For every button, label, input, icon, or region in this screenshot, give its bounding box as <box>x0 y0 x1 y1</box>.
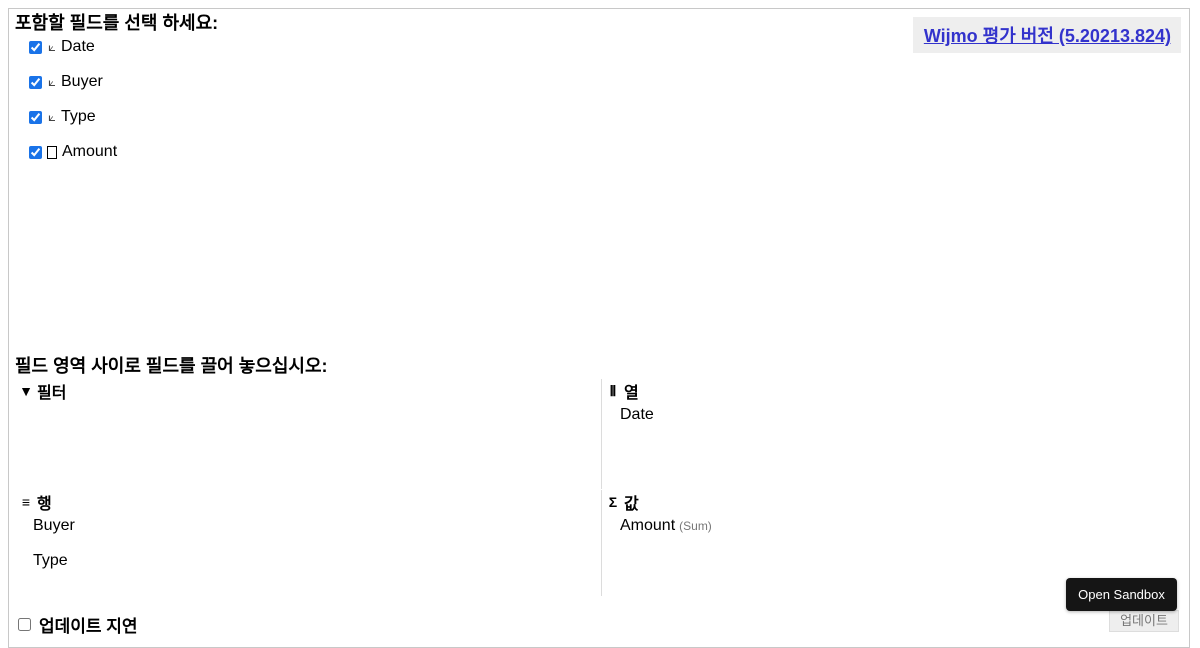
columns-item-date[interactable]: Date <box>620 406 654 424</box>
columns-area-label: 열 <box>624 385 639 402</box>
field-label: Amount <box>62 143 118 160</box>
values-item-amount[interactable]: Amount (Sum) <box>620 517 712 535</box>
filter-icon: ▼ <box>19 383 33 399</box>
field-label: Type <box>61 108 96 125</box>
field-item-amount[interactable]: Amount <box>29 141 117 163</box>
rows-area-label: 행 <box>37 496 52 513</box>
open-sandbox-button[interactable]: Open Sandbox <box>1066 578 1177 611</box>
aggregate-label: (Sum) <box>679 519 712 533</box>
rows-area[interactable]: ≡ 행 Buyer Type <box>15 490 601 596</box>
update-button[interactable]: 업데이트 <box>1109 610 1179 632</box>
rows-icon: ≡ <box>21 494 31 510</box>
version-banner: Wijmo 평가 버전 (5.20213.824) <box>913 17 1181 53</box>
sigma-icon: Σ <box>608 494 618 510</box>
filters-area-label: 필터 <box>37 385 67 402</box>
dimension-icon: ⟀ <box>48 109 56 124</box>
columns-area-title: ⦀ 열 <box>606 379 639 403</box>
rows-area-title: ≡ 행 <box>19 490 52 514</box>
filters-area-title: ▼ 필터 <box>19 379 66 403</box>
defer-update-checkbox[interactable] <box>18 618 31 631</box>
areas-heading: 필드 영역 사이로 필드를 끌어 놓으십시오: <box>15 356 328 376</box>
defer-update-label: 업데이트 지연 <box>39 617 138 636</box>
defer-update-row[interactable]: 업데이트 지연 <box>18 612 138 637</box>
columns-icon: ⦀ <box>609 382 617 399</box>
values-area-label: 값 <box>624 496 639 513</box>
values-item-label: Amount <box>620 517 676 534</box>
measure-icon <box>47 145 57 159</box>
field-item-type[interactable]: ⟀ Type <box>29 106 96 128</box>
filters-area[interactable]: ▼ 필터 <box>15 379 601 489</box>
pivot-panel: 포함할 필드를 선택 하세요: Wijmo 평가 버전 (5.20213.824… <box>8 8 1190 648</box>
rows-item-buyer[interactable]: Buyer <box>33 517 75 535</box>
dimension-icon: ⟀ <box>48 39 56 54</box>
values-area-title: Σ 값 <box>606 490 639 514</box>
field-label: Date <box>61 38 95 55</box>
field-checkbox-type[interactable] <box>29 110 42 124</box>
version-link[interactable]: Wijmo 평가 버전 (5.20213.824) <box>924 22 1171 48</box>
field-checkbox-amount[interactable] <box>29 145 42 159</box>
field-label: Buyer <box>61 73 103 90</box>
field-checkbox-date[interactable] <box>29 40 42 54</box>
columns-area[interactable]: ⦀ 열 Date <box>601 379 1185 489</box>
fields-heading: 포함할 필드를 선택 하세요: <box>15 13 219 33</box>
field-item-date[interactable]: ⟀ Date <box>29 36 95 58</box>
field-checkbox-buyer[interactable] <box>29 75 42 89</box>
field-item-buyer[interactable]: ⟀ Buyer <box>29 71 103 93</box>
dimension-icon: ⟀ <box>48 74 56 89</box>
rows-item-type[interactable]: Type <box>33 552 68 570</box>
